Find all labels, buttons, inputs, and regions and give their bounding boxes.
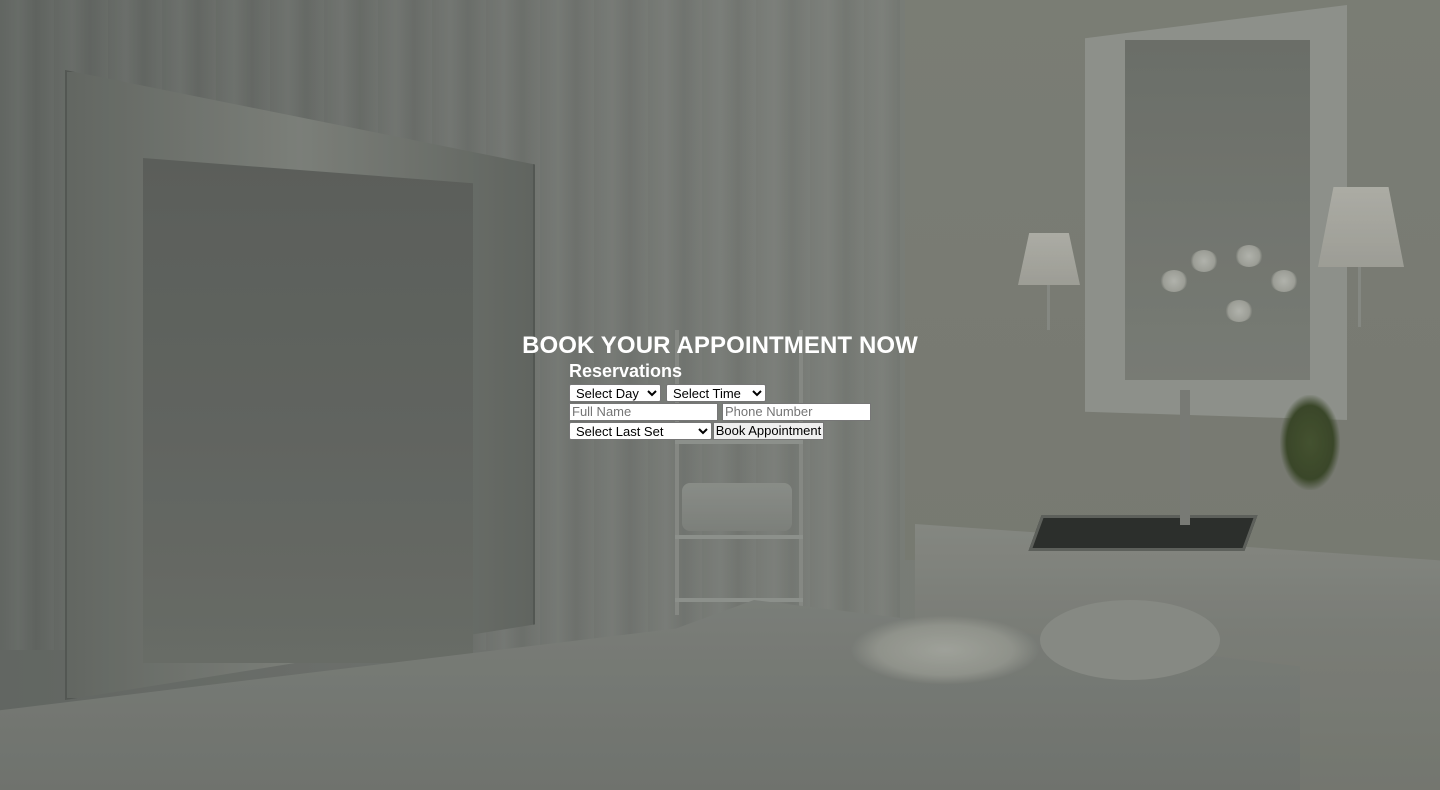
service-submit-row: Select Last Set Book Appointment — [569, 421, 889, 440]
phone-number-input[interactable] — [722, 402, 871, 421]
last-set-select[interactable]: Select Last Set — [569, 421, 712, 440]
hero-section: BOOK YOUR APPOINTMENT NOW Reservations S… — [0, 0, 1440, 790]
page-title: BOOK YOUR APPOINTMENT NOW — [522, 332, 918, 359]
day-select[interactable]: Select Day — [569, 383, 661, 402]
book-appointment-button[interactable]: Book Appointment — [713, 421, 824, 440]
day-time-row: Select Day Select Time — [569, 383, 889, 402]
reservation-form: Reservations Select Day Select Time Sele… — [569, 360, 889, 440]
form-title: Reservations — [569, 361, 683, 381]
booking-container: BOOK YOUR APPOINTMENT NOW Reservations S… — [0, 0, 1440, 790]
time-select[interactable]: Select Time — [666, 383, 766, 402]
contact-row — [569, 402, 889, 421]
full-name-input[interactable] — [569, 402, 718, 421]
